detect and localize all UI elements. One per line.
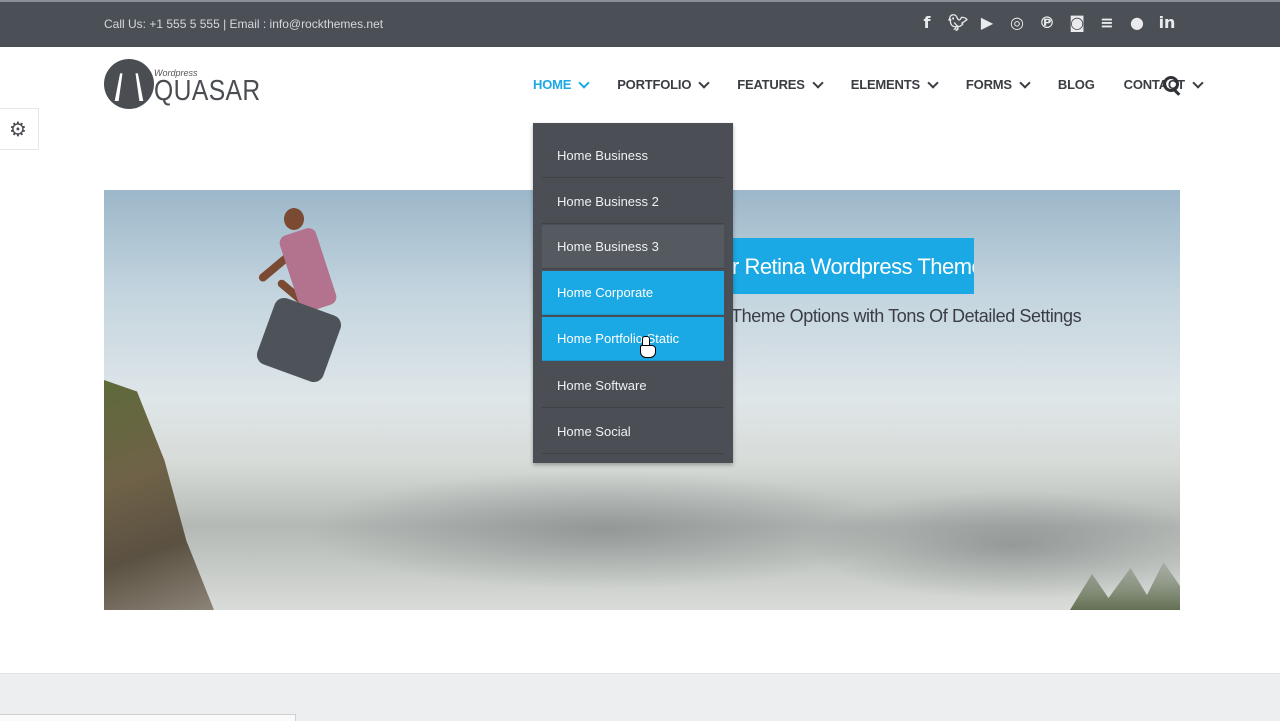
linkedin-icon[interactable]: in [1158,13,1176,33]
nav-label: BLOG [1057,77,1095,92]
main-nav: HOME PORTFOLIO FEATURES ELEMENTS FORMS B… [533,76,1231,92]
settings-panel-toggle[interactable]: ⚙ [0,108,39,150]
facebook-icon[interactable]: f [918,13,936,33]
home-dropdown-menu: Home Business Home Business 2 Home Busin… [533,123,733,463]
logo-compass-icon [104,59,154,109]
nav-item-blog[interactable]: BLOG [1058,77,1095,92]
jumping-person-image [234,200,384,420]
site-logo[interactable]: Wordpress QUASAR [104,59,264,115]
site-header: Wordpress QUASAR HOME PORTFOLIO FEATURES… [0,47,1280,126]
dribbble-icon[interactable]: ◎ [1008,13,1026,33]
dropdown-item-home-business[interactable]: Home Business [542,134,724,178]
nav-item-forms[interactable]: FORMS [965,76,1031,92]
person-legs [254,295,344,385]
hand-cursor-icon [640,336,656,358]
chevron-down-icon [1019,76,1031,89]
nav-item-features[interactable]: FEATURES [737,76,824,92]
chevron-down-icon [1192,76,1204,89]
top-bar: Call Us: +1 555 5 555 | Email : info@roc… [0,0,1280,47]
chevron-down-icon [812,76,824,89]
nav-label: HOME [533,77,572,92]
nav-label: ELEMENTS [850,77,920,92]
stackexchange-icon[interactable]: ≡ [1098,13,1116,33]
nav-label: PORTFOLIO [617,77,692,92]
dropdown-item-home-portfolio-static[interactable]: Home Portfolio Static [542,317,724,361]
slide-title: r Retina Wordpress Theme [730,238,974,294]
nav-label: FEATURES [737,77,805,92]
dropdown-item-home-software[interactable]: Home Software [542,364,724,408]
dropdown-item-home-corporate[interactable]: Home Corporate [542,271,724,315]
dropdown-item-home-business-2[interactable]: Home Business 2 [542,180,724,224]
slide-subtitle: Theme Options with Tons Of Detailed Sett… [731,306,1082,326]
nav-item-home[interactable]: HOME [533,76,590,92]
search-icon[interactable] [1163,76,1181,94]
chevron-down-icon [698,76,710,89]
instagram-icon[interactable]: ◙ [1068,13,1086,33]
contact-info: Call Us: +1 555 5 555 | Email : info@roc… [104,17,384,31]
flickr-icon[interactable]: ● [1128,13,1146,33]
chevron-down-icon [927,76,939,89]
twitter-icon[interactable]: 🐦︎ [948,13,968,33]
dropdown-item-home-business-3[interactable]: Home Business 3 [542,225,724,269]
gear-icon: ⚙ [9,117,27,141]
youtube-icon[interactable]: ▶ [978,13,996,33]
nav-label: FORMS [965,77,1012,92]
nav-item-elements[interactable]: ELEMENTS [850,76,939,92]
logo-name: QUASAR [154,75,261,107]
chevron-down-icon [578,76,590,89]
nav-item-portfolio[interactable]: PORTFOLIO [617,76,710,92]
social-icons: f 🐦︎ ▶ ◎ ℗ ◙ ≡ ● in [918,13,1176,33]
person-head [284,208,304,230]
dropdown-item-home-social[interactable]: Home Social [542,410,724,454]
cliff-image [104,380,214,610]
pinterest-icon[interactable]: ℗ [1038,13,1056,33]
